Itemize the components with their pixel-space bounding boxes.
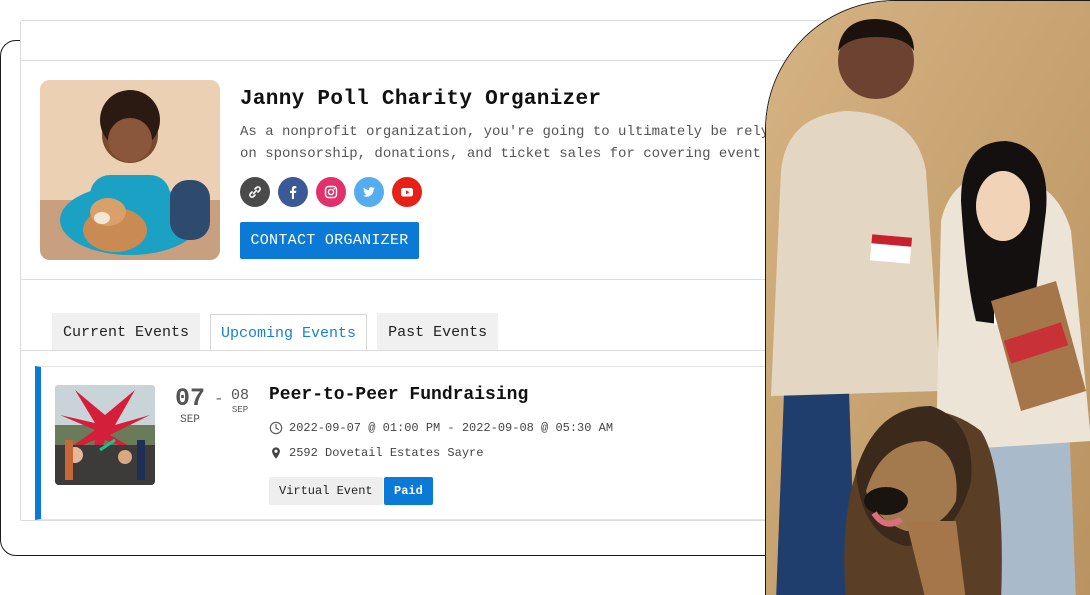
tab-past-events[interactable]: Past Events (377, 313, 499, 350)
twitter-icon (363, 187, 375, 197)
end-day: 08 (230, 387, 249, 404)
clock-icon (269, 421, 283, 435)
event-title[interactable]: Peer-to-Peer Fundraising (269, 385, 528, 405)
event-end-date: 08 SEP (230, 387, 250, 415)
youtube-icon (401, 188, 413, 197)
event-tabs: Current Events Upcoming Events Past Even… (52, 313, 499, 352)
instagram-icon (324, 185, 338, 199)
organizer-description: As a nonprofit organization, you're goin… (240, 121, 840, 165)
event-location-text: 2592 Dovetail Estates Sayre (289, 446, 484, 460)
map-pin-icon (272, 447, 280, 459)
link-icon (249, 186, 261, 198)
description-line-1: As a nonprofit organization, you're goin… (240, 124, 795, 140)
event-location: 2592 Dovetail Estates Sayre (269, 446, 483, 460)
event-thumbnail[interactable] (55, 385, 155, 485)
tab-upcoming-events[interactable]: Upcoming Events (210, 314, 368, 352)
event-datetime-text: 2022-09-07 @ 01:00 PM - 2022-09-08 @ 05:… (289, 421, 614, 435)
start-month: SEP (180, 414, 200, 426)
tag-virtual-event: Virtual Event (269, 477, 383, 505)
end-month: SEP (231, 405, 249, 415)
facebook-icon (290, 186, 297, 199)
contact-organizer-button[interactable]: CONTACT ORGANIZER (240, 222, 419, 259)
start-day: 07 (175, 384, 206, 413)
organizer-photo (40, 80, 220, 260)
event-datetime: 2022-09-07 @ 01:00 PM - 2022-09-08 @ 05:… (269, 421, 613, 435)
website-link[interactable] (240, 177, 270, 207)
social-links (240, 177, 422, 207)
description-line-2: on sponsorship, donations, and ticket sa… (240, 146, 795, 162)
facebook-link[interactable] (278, 177, 308, 207)
instagram-link[interactable] (316, 177, 346, 207)
youtube-link[interactable] (392, 177, 422, 207)
volunteers-hero-image (765, 0, 1090, 595)
organizer-name: Janny Poll Charity Organizer (240, 88, 602, 111)
event-start-date: 07 SEP (175, 384, 205, 426)
tag-paid: Paid (384, 477, 433, 505)
twitter-link[interactable] (354, 177, 384, 207)
tab-current-events[interactable]: Current Events (52, 313, 201, 350)
date-separator: - (214, 390, 224, 408)
